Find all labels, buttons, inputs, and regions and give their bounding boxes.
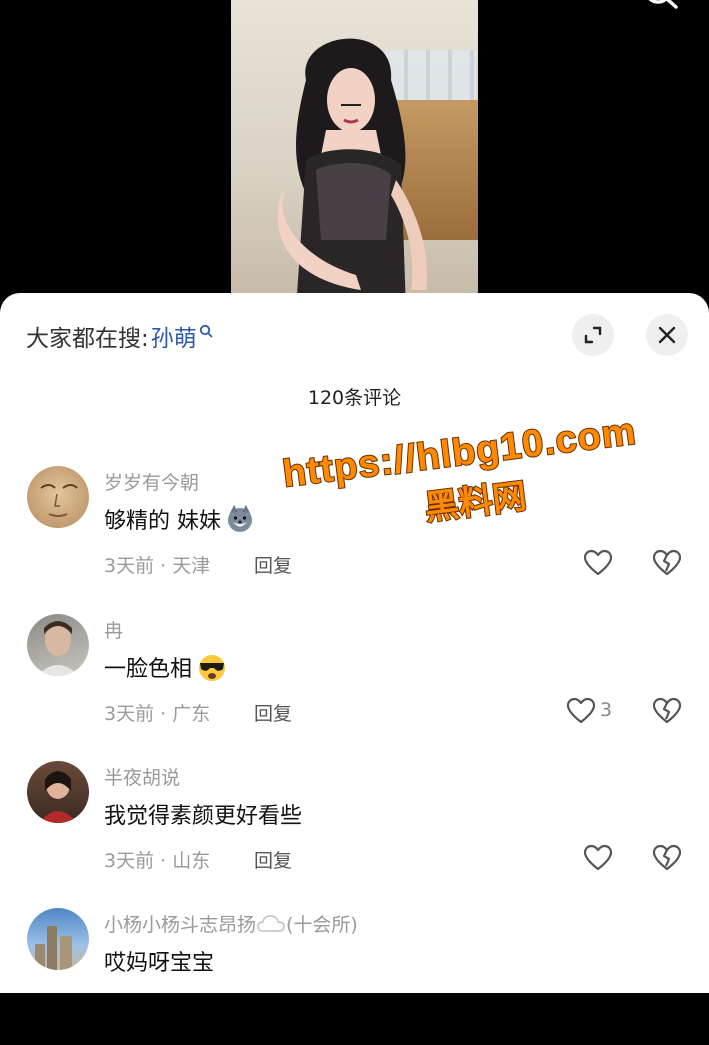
comment-text-content: 一脸色相 [104,657,193,682]
avatar-face-drawing [39,771,77,823]
comment-meta: 3天前 · 山东 [104,846,210,873]
comment-location: 天津 [172,555,211,577]
reply-button[interactable]: 回复 [254,846,292,873]
comment-location: 广东 [172,703,211,725]
meta-separator: · [154,850,173,872]
trending-keyword[interactable]: 孙萌 [151,319,197,353]
username-text: 小杨小杨斗志昂扬 [104,914,257,936]
comment-time: 3天前 [104,703,155,725]
cloud-icon [257,914,285,932]
comment-item: 冉 一脸色相 3天前 · 广东 回复 3 [0,611,709,751]
broken-heart-icon[interactable] [652,549,682,577]
avatar-city-drawing [35,926,72,970]
trending-prefix: 大家都在搜: [26,326,149,352]
avatar[interactable] [27,614,89,676]
comment-time: 3天前 [104,555,155,577]
reply-button[interactable]: 回复 [254,699,292,726]
comment-text: 够精的 妹妹 [104,503,255,535]
comment-username[interactable]: 冉 [104,616,123,643]
sunglasses-emoji-icon [199,655,226,681]
close-icon [658,326,676,344]
video-player[interactable] [0,0,709,300]
comment-count: 120条评论 [307,387,402,409]
comment-text-content: 哎妈呀宝宝 [104,951,215,976]
broken-heart-icon[interactable] [652,844,682,872]
broken-heart-icon[interactable] [652,697,682,725]
comment-username[interactable]: 岁岁有今朝 [104,468,199,495]
comment-item: 岁岁有今朝 够精的 妹妹 3天前 · 天津 回复 [0,463,709,603]
wolf-emoji-icon [228,505,252,532]
comment-location: 山东 [172,850,211,872]
comment-text-content: 我觉得素颜更好看些 [104,804,303,829]
meta-separator: · [154,555,173,577]
comment-text: 哎妈呀宝宝 [104,945,214,977]
trending-search[interactable]: 大家都在搜: 孙萌 [26,319,213,353]
heart-icon[interactable] [566,697,596,725]
expand-button[interactable] [572,314,614,356]
close-button[interactable] [646,314,688,356]
comment-time: 3天前 [104,850,155,872]
heart-icon[interactable] [583,844,613,872]
avatar-face-drawing [37,621,79,676]
meta-separator: · [154,703,173,725]
comment-item: 小杨小杨斗志昂扬 (十会所) 哎妈呀宝宝 [0,905,709,1045]
small-search-icon [199,324,213,338]
reply-button[interactable]: 回复 [254,551,292,578]
comment-text: 一脸色相 [104,651,228,683]
comment-username[interactable]: 小杨小杨斗志昂扬 (十会所) [104,910,358,937]
avatar[interactable] [27,761,89,823]
expand-icon [584,326,602,344]
comment-sheet: 大家都在搜: 孙萌 120条评论 岁岁有今朝 够精的 妹妹 3天前 · 天津 回… [0,293,709,993]
comment-text: 我觉得素颜更好看些 [104,798,302,830]
comment-username[interactable]: 半夜胡说 [104,763,180,790]
heart-icon[interactable] [583,549,613,577]
avatar[interactable] [27,466,89,528]
avatar[interactable] [27,908,89,970]
search-icon[interactable] [640,0,680,18]
comment-meta: 3天前 · 广东 [104,699,210,726]
username-suffix: (十会所) [286,914,358,936]
comment-text-content: 够精的 妹妹 [104,509,221,534]
like-count: 3 [600,699,613,721]
video-thumbnail[interactable] [231,0,478,294]
comment-item: 半夜胡说 我觉得素颜更好看些 3天前 · 山东 回复 [0,758,709,898]
avatar-face-drawing [40,484,78,517]
person-figure [277,38,427,294]
comment-meta: 3天前 · 天津 [104,551,210,578]
